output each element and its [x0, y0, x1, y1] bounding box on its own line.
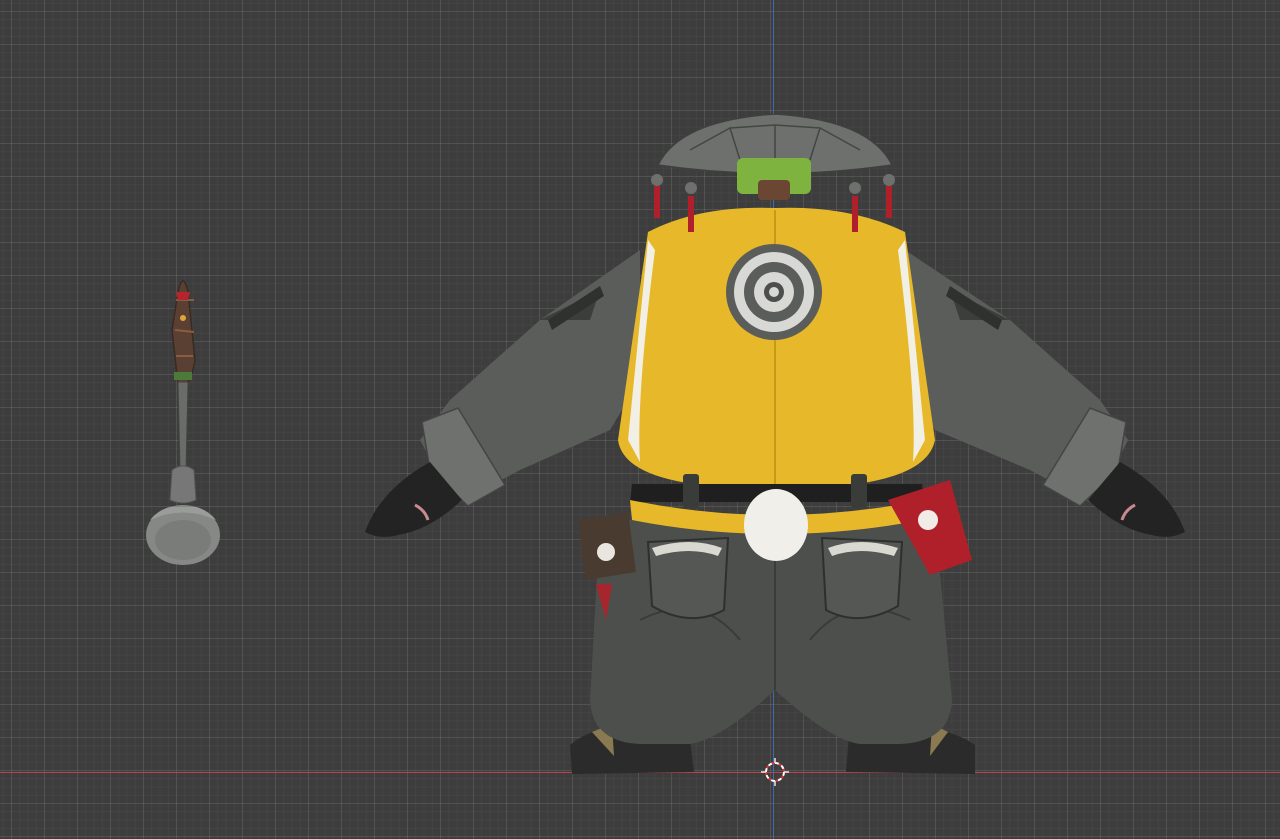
tail-tuft [744, 489, 808, 561]
panda-character-model[interactable] [365, 113, 1185, 774]
ladle-model[interactable] [146, 280, 220, 565]
vest-emblem [726, 244, 822, 340]
crosshair-cursor-icon[interactable] [761, 758, 789, 786]
3d-viewport[interactable] [0, 0, 1280, 839]
scene-render[interactable] [0, 0, 1280, 839]
